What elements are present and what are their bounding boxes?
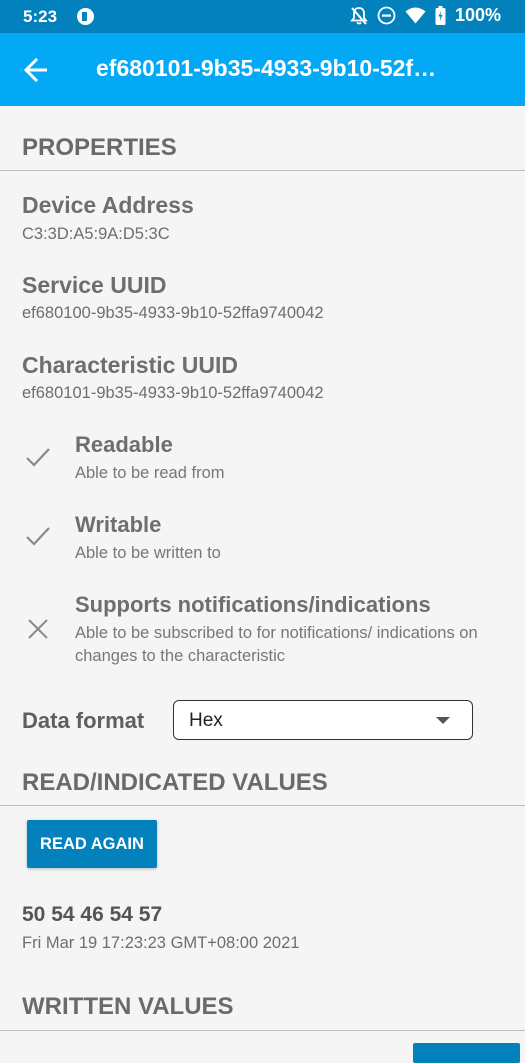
- app-notification-icon: [77, 8, 94, 25]
- capability-notifications-description: Able to be subscribed to for notificatio…: [75, 624, 478, 665]
- read-value: 50 54 46 54 57: [22, 903, 163, 926]
- check-icon: [26, 448, 50, 467]
- do-not-disturb-icon: [377, 6, 396, 25]
- dropdown-arrow-icon: [436, 717, 450, 724]
- arrow-back-icon: [23, 57, 47, 83]
- capability-writable-title: Writable: [75, 512, 162, 537]
- app-bar: ef680101-9b35-4933-9b10-52f…: [0, 33, 525, 106]
- read-again-button[interactable]: READ AGAIN: [27, 820, 157, 868]
- status-icons: 100%: [350, 5, 501, 26]
- service-uuid-value: ef680100-9b35-4933-9b10-52ffa9740042: [22, 304, 324, 322]
- write-button[interactable]: [413, 1043, 520, 1063]
- device-address-label: Device Address: [22, 192, 194, 218]
- capability-notifications-title: Supports notifications/indications: [75, 592, 431, 617]
- read-values-divider: [0, 805, 525, 806]
- capability-writable-description: Able to be written to: [75, 544, 221, 562]
- capability-readable-description: Able to be read from: [75, 464, 225, 482]
- written-values-divider: [0, 1030, 525, 1031]
- back-button[interactable]: [20, 54, 54, 86]
- page-title: ef680101-9b35-4933-9b10-52f…: [96, 55, 437, 81]
- status-bar: 5:23 100%: [0, 0, 525, 33]
- capability-readable-title: Readable: [75, 432, 173, 457]
- battery-percent: 100%: [454, 5, 501, 25]
- wifi-icon: [405, 7, 426, 24]
- read-values-header: READ/INDICATED VALUES: [22, 769, 328, 796]
- properties-header: PROPERTIES: [22, 134, 177, 161]
- service-uuid-label: Service UUID: [22, 272, 167, 298]
- check-icon: [26, 527, 50, 546]
- written-values-header: WRITTEN VALUES: [22, 993, 234, 1020]
- properties-divider: [0, 170, 525, 171]
- device-address-value: C3:3D:A5:9A:D5:3C: [22, 225, 170, 243]
- notifications-off-icon: [350, 6, 368, 25]
- data-format-value: Hex: [189, 710, 223, 731]
- data-format-label: Data format: [22, 708, 145, 733]
- characteristic-uuid-value: ef680101-9b35-4933-9b10-52ffa9740042: [22, 384, 324, 402]
- battery-icon: [435, 6, 446, 25]
- data-format-select[interactable]: Hex: [173, 700, 473, 740]
- characteristic-uuid-label: Characteristic UUID: [22, 352, 239, 378]
- read-timestamp: Fri Mar 19 17:23:23 GMT+08:00 2021: [22, 934, 300, 952]
- status-time: 5:23: [23, 7, 58, 26]
- close-icon: [28, 619, 48, 639]
